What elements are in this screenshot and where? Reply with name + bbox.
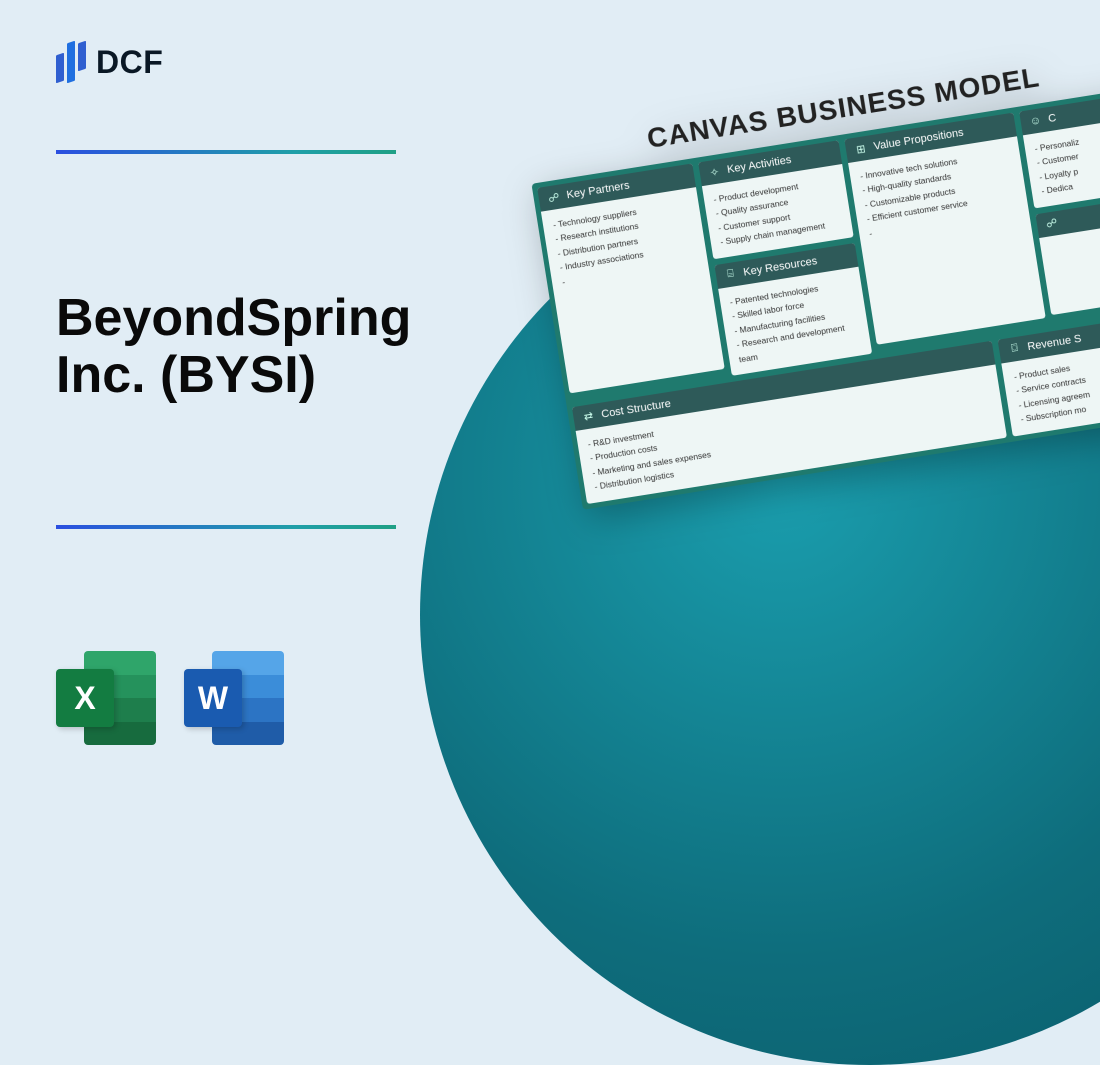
card-label: Revenue S [1027, 333, 1083, 353]
excel-icon: X [56, 651, 156, 745]
extra-icon: ☍ [1044, 216, 1060, 232]
card-label: C [1047, 112, 1057, 125]
cost-icon: ⇄ [581, 409, 597, 425]
card-body: Innovative tech solutions High-quality s… [848, 136, 1045, 344]
logo-text: DCF [96, 44, 163, 81]
card-key-partners: ☍Key Partners Technology suppliers Resea… [537, 163, 724, 393]
divider-top [56, 150, 396, 154]
revenue-icon: ⌼ [1007, 341, 1023, 357]
card-body: Technology suppliers Research institutio… [541, 187, 724, 393]
customer-icon: ☺ [1028, 113, 1044, 129]
value-icon: ⊞ [853, 141, 869, 157]
divider-bottom [56, 525, 396, 529]
resources-icon: ⌸ [723, 267, 739, 283]
excel-badge: X [56, 669, 114, 727]
partners-icon: ☍ [546, 189, 562, 205]
canvas-model: CANVAS BUSINESS MODEL ☍Key Partners Tech… [525, 42, 1100, 509]
page-title: BeyondSpring Inc. (BYSI) [56, 290, 476, 404]
word-icon: W [184, 651, 284, 745]
file-icons: X W [56, 651, 284, 745]
card-customer-relationships: ☺C Personaliz Customer Loyalty p Dedica [1019, 89, 1100, 208]
card-value-propositions: ⊞Value Propositions Innovative tech solu… [844, 113, 1045, 345]
word-badge: W [184, 669, 242, 727]
card-extra: ☍ [1035, 192, 1100, 315]
activities-icon: ✧ [706, 164, 722, 180]
logo-icon [56, 42, 86, 82]
card-key-resources: ⌸Key Resources Patented technologies Ski… [714, 243, 872, 376]
card-key-activities: ✧Key Activities Product development Qual… [698, 140, 854, 259]
logo: DCF [56, 42, 163, 82]
